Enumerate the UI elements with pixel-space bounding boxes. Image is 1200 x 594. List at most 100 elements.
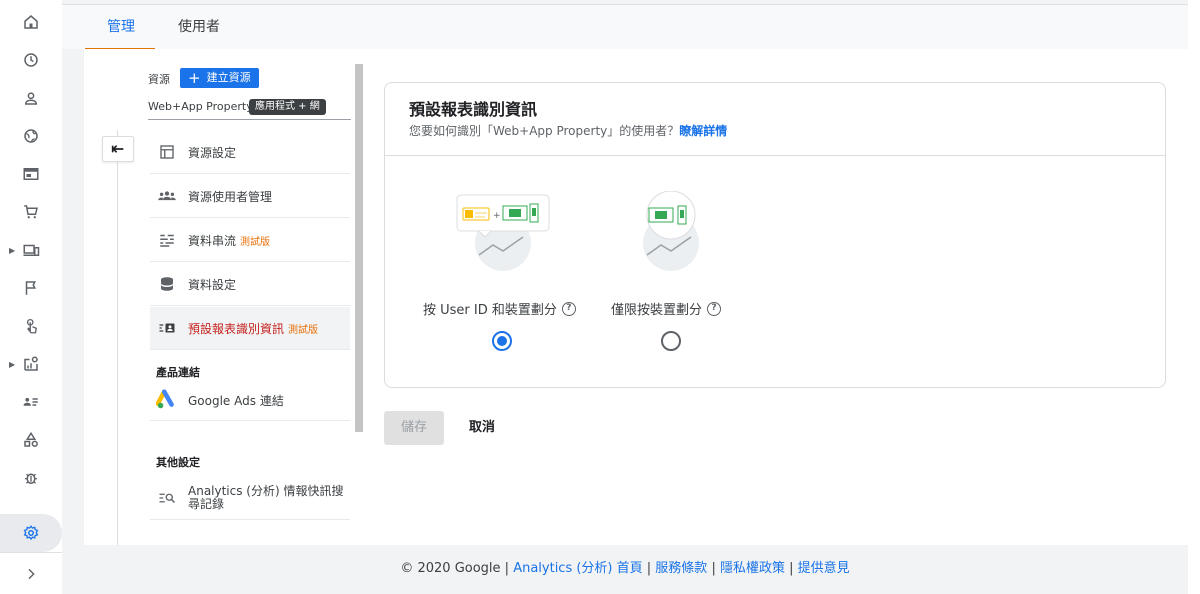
ecommerce-nav[interactable] <box>0 193 62 231</box>
footer-link-feedback[interactable]: 提供意見 <box>798 561 850 576</box>
option-user-id-and-device[interactable]: 按 User ID 和裝置劃分 ? <box>423 299 576 318</box>
shapes-icon <box>24 431 38 447</box>
flag-icon <box>25 281 36 295</box>
back-button[interactable] <box>102 136 134 162</box>
audience-nav[interactable] <box>0 79 62 117</box>
cancel-button[interactable]: 取消 <box>458 411 506 445</box>
learn-more-link[interactable]: 瞭解詳情 <box>679 124 727 138</box>
option-label: 僅限按裝置劃分 <box>611 303 703 318</box>
beta-badge: 測試版 <box>288 324 319 336</box>
caret-right-icon: ▶ <box>9 245 16 255</box>
user-id-device-illustration: + <box>456 194 550 271</box>
home-icon <box>24 15 38 29</box>
menu-item-insights-search-history[interactable]: Analytics (分析) 情報快訊搜尋記錄 <box>150 476 350 520</box>
menu-item-data-settings[interactable]: 資料設定 <box>150 263 350 306</box>
menu-item-label: 預設報表識別資訊 <box>188 321 285 336</box>
user-list-icon <box>23 397 38 406</box>
property-selector[interactable]: Web+App Property <box>148 100 253 113</box>
debugview-nav[interactable] <box>0 459 62 497</box>
right-edge <box>1188 0 1200 594</box>
menu-item-property-user-management[interactable]: 資源使用者管理 <box>150 175 350 218</box>
conversions-nav[interactable] <box>0 307 62 345</box>
people-icon <box>156 185 178 207</box>
other-settings-heading: 其他設定 <box>156 456 200 469</box>
beta-badge: 測試版 <box>240 236 271 248</box>
back-arrow-icon <box>111 145 124 153</box>
help-icon[interactable]: ? <box>707 301 722 316</box>
tab-admin[interactable]: 管理 <box>107 5 135 50</box>
reporting-identity-card: 預設報表識別資訊 您要如何識別「Web+App Property」的使用者？瞭解… <box>384 82 1166 388</box>
globe-icon <box>24 129 38 143</box>
layout-icon <box>156 141 178 163</box>
property-selector-underline <box>148 119 351 120</box>
card-subtitle: 您要如何識別「Web+App Property」的使用者？瞭解詳情 <box>409 122 727 139</box>
save-button[interactable]: 儲存 <box>384 411 444 445</box>
option-label: 按 User ID 和裝置劃分 <box>423 303 557 318</box>
create-property-label: 建立資源 <box>206 71 251 84</box>
property-label: 資源 <box>148 73 170 86</box>
platform-nav[interactable]: ▶ <box>0 231 62 269</box>
option-device-only[interactable]: 僅限按裝置劃分 ? <box>611 299 722 318</box>
admin-nav[interactable] <box>0 514 62 552</box>
footer-separator: | <box>784 561 798 576</box>
menu-item-label: 資料串流 <box>188 233 237 248</box>
admin-tab-bar: 管理 使用者 <box>62 4 1188 50</box>
svg-text:+: + <box>493 211 501 221</box>
search-history-icon <box>156 487 178 509</box>
product-links-heading: 產品連結 <box>156 366 200 379</box>
pages-nav[interactable] <box>0 155 62 193</box>
expand-nav-button[interactable] <box>0 552 62 594</box>
menu-item-google-ads-links[interactable]: Google Ads 連結 <box>150 380 350 421</box>
clock-icon <box>24 53 38 67</box>
realtime-nav[interactable] <box>0 41 62 79</box>
caret-right-icon: ▶ <box>9 359 16 369</box>
card-subtitle-text: 您要如何識別「Web+App Property」的使用者？ <box>409 124 680 138</box>
chevron-right-icon <box>28 568 35 579</box>
web-page-icon <box>23 168 39 180</box>
card-divider <box>385 155 1165 156</box>
tab-users[interactable]: 使用者 <box>178 5 220 50</box>
help-icon[interactable]: ? <box>561 301 576 316</box>
footer-link-privacy[interactable]: 隱私權政策 <box>720 561 785 576</box>
streams-icon <box>156 229 178 251</box>
menu-item-label: Google Ads 連結 <box>188 393 284 408</box>
touch-icon <box>26 318 38 334</box>
menu-item-label: 資源設定 <box>188 145 237 160</box>
footer: © 2020 Google | Analytics (分析) 首頁 | 服務條款… <box>62 545 1188 594</box>
person-icon <box>24 92 38 105</box>
left-nav-rail: ▶ ▶ <box>0 0 62 594</box>
footer-link-analytics-home[interactable]: Analytics (分析) 首頁 <box>513 561 642 576</box>
property-type-badge: 應用程式 + 網 <box>249 99 326 115</box>
configure-nav[interactable] <box>0 421 62 459</box>
card-title: 預設報表識別資訊 <box>409 100 538 119</box>
devices-icon <box>23 244 40 256</box>
create-property-button[interactable]: + 建立資源 <box>180 68 259 88</box>
database-icon <box>156 273 178 295</box>
radio-user-id-and-device[interactable] <box>492 331 512 351</box>
footer-link-terms[interactable]: 服務條款 <box>655 561 707 576</box>
reporting-identity-icon <box>156 317 178 339</box>
menu-item-label: Analytics (分析) 情報快訊搜尋記錄 <box>188 483 344 511</box>
radio-device-only[interactable] <box>661 331 681 351</box>
column-divider <box>117 130 118 545</box>
menu-item-label: 資料設定 <box>188 277 237 292</box>
plus-icon: + <box>188 69 201 87</box>
column-scrollbar[interactable] <box>355 64 363 432</box>
footer-copyright: © 2020 Google | <box>400 561 514 576</box>
analysis-hub-icon <box>24 356 38 371</box>
events-nav[interactable] <box>0 269 62 307</box>
device-only-illustration <box>643 191 699 271</box>
analysis-nav[interactable]: ▶ <box>0 345 62 383</box>
menu-item-data-streams[interactable]: 資料串流 測試版 <box>150 219 350 262</box>
bug-icon <box>25 473 37 484</box>
menu-item-label: 資源使用者管理 <box>188 189 273 204</box>
geo-nav[interactable] <box>0 117 62 155</box>
menu-item-reporting-identity[interactable]: 預設報表識別資訊 測試版 <box>150 307 350 350</box>
gear-icon <box>23 525 39 541</box>
menu-item-property-settings[interactable]: 資源設定 <box>150 131 350 174</box>
cart-icon <box>24 205 38 219</box>
user-explorer-nav[interactable] <box>0 383 62 421</box>
home-nav[interactable] <box>0 3 62 41</box>
footer-separator: | <box>642 561 656 576</box>
google-ads-logo-icon <box>156 389 178 411</box>
